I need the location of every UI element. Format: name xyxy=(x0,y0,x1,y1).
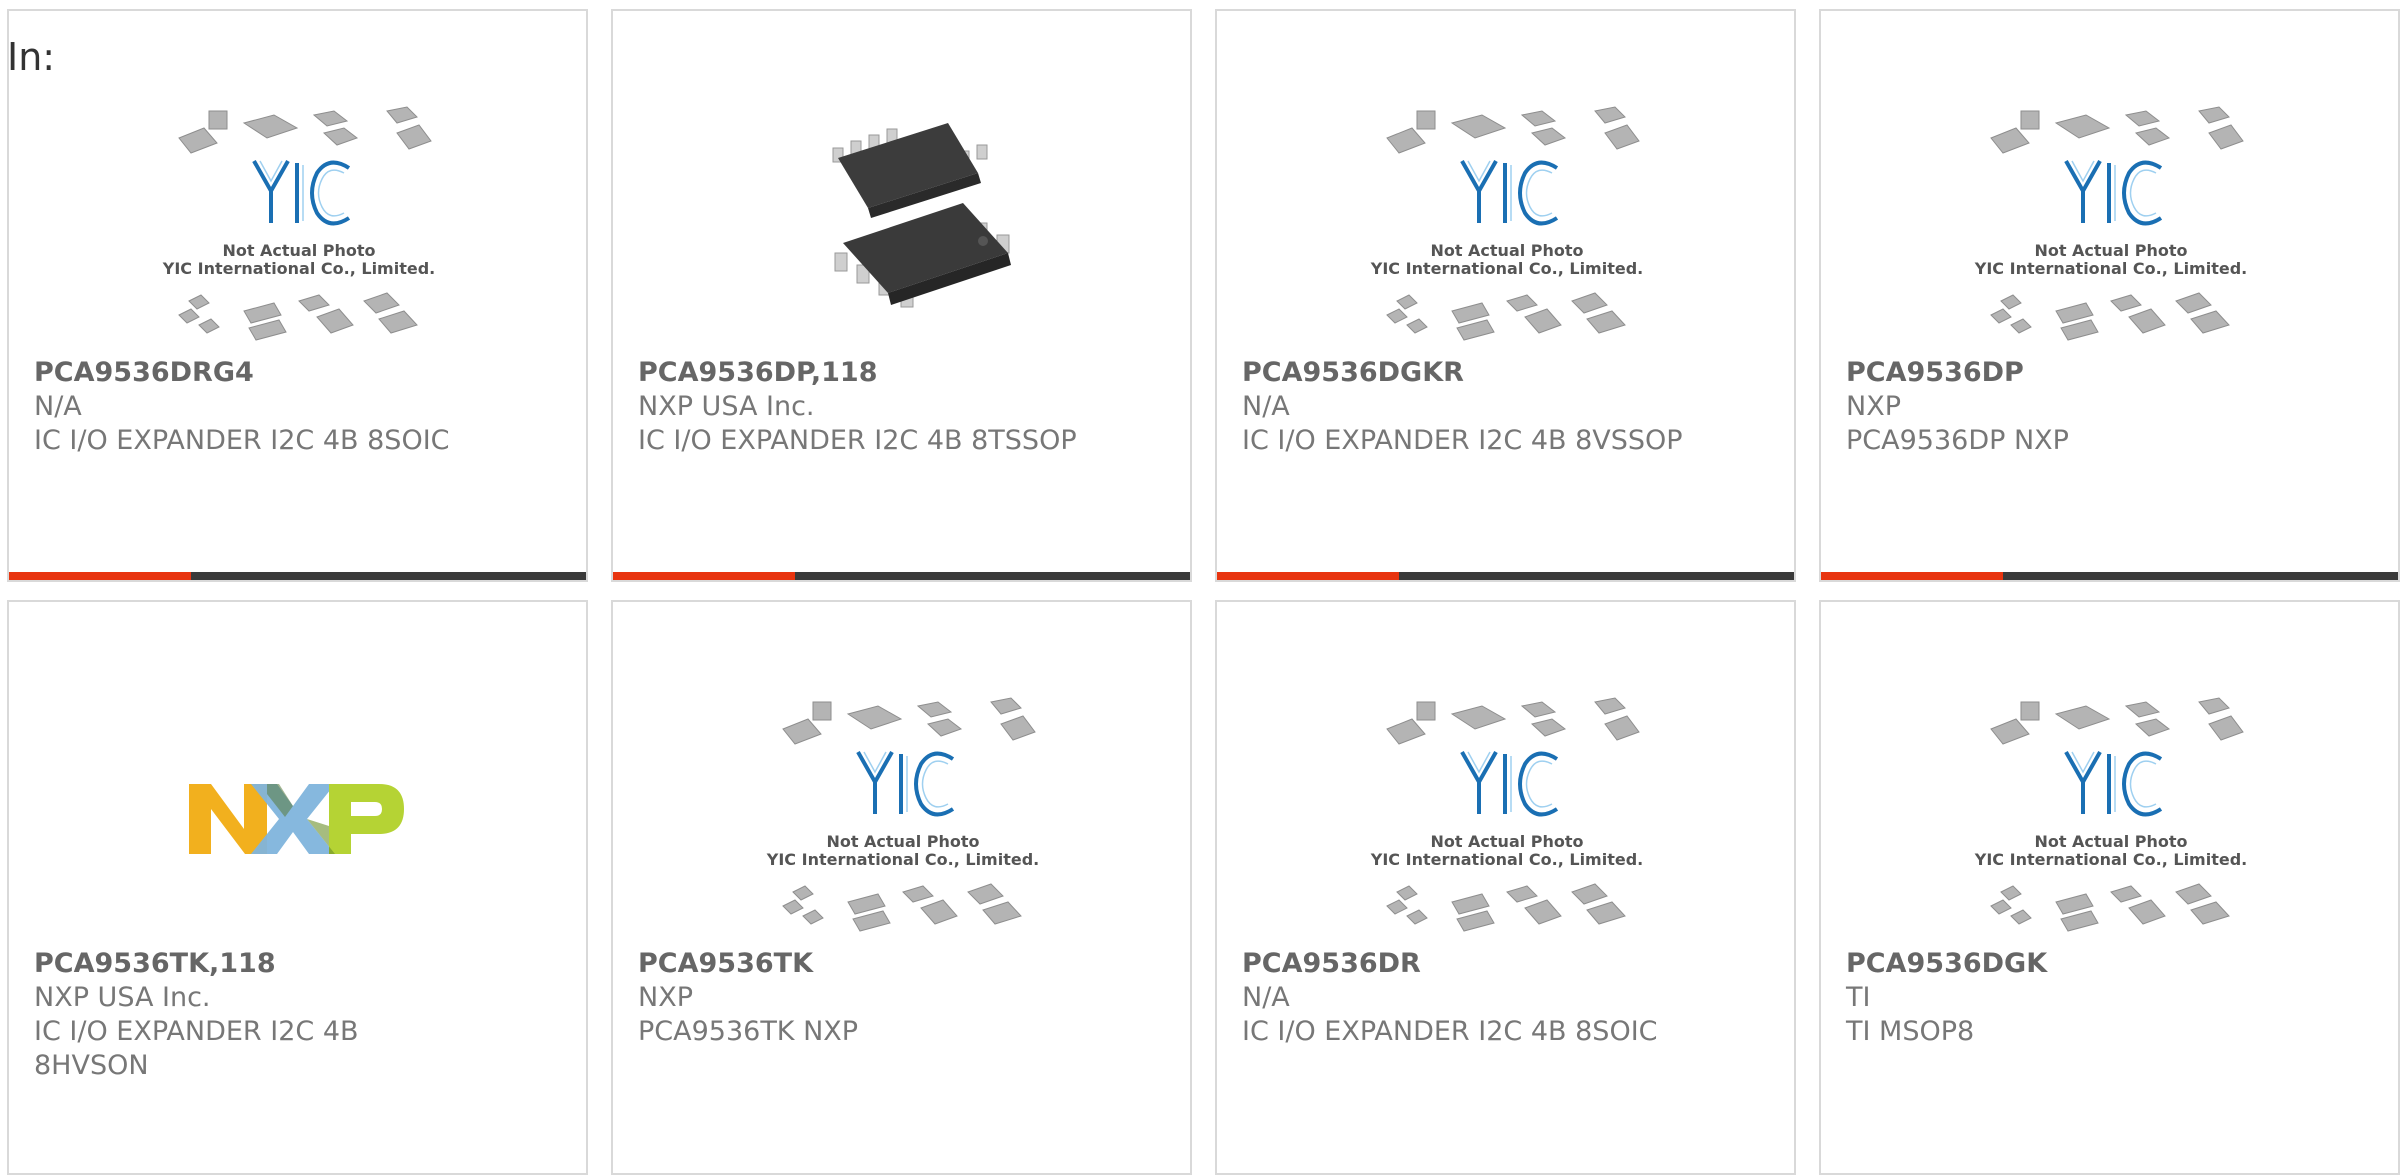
not-actual-photo-image xyxy=(763,696,1042,933)
description-label: IC I/O EXPANDER I2C 4B 8HVSON xyxy=(34,1016,359,1081)
part-number-link[interactable]: PCA9536DP xyxy=(1846,356,2373,390)
description-label: PCA9536TK NXP xyxy=(638,1016,859,1047)
product-card[interactable]: PCA9536DGKR N/A IC I/O EXPANDER I2C 4B 8… xyxy=(1215,9,1796,582)
product-card[interactable]: PCA9536TK,118 NXP USA Inc. IC I/O EXPAND… xyxy=(7,600,588,1175)
manufacturer-label: NXP USA Inc. xyxy=(34,982,211,1013)
card-footer-bar xyxy=(9,572,586,580)
product-card[interactable]: PCA9536DGK TI TI MSOP8 xyxy=(1819,600,2400,1175)
manufacturer-label: TI xyxy=(1846,982,1871,1013)
nxp-logo-image xyxy=(189,784,404,854)
not-actual-photo-image xyxy=(1971,696,2250,933)
description-label: IC I/O EXPANDER I2C 4B 8TSSOP xyxy=(638,425,1077,456)
part-number-link[interactable]: PCA9536DRG4 xyxy=(34,356,561,390)
part-number-link[interactable]: PCA9536TK,118 xyxy=(34,947,561,981)
manufacturer-label: NXP xyxy=(638,982,693,1013)
description-label: IC I/O EXPANDER I2C 4B 8SOIC xyxy=(1242,1016,1658,1047)
product-card[interactable]: PCA9536DR N/A IC I/O EXPANDER I2C 4B 8SO… xyxy=(1215,600,1796,1175)
manufacturer-label: NXP xyxy=(1846,391,1901,422)
description-label: IC I/O EXPANDER I2C 4B 8SOIC xyxy=(34,425,450,456)
part-number-link[interactable]: PCA9536DR xyxy=(1242,947,1769,981)
product-card[interactable]: PCA9536DP,118 NXP USA Inc. IC I/O EXPAND… xyxy=(611,9,1192,582)
description-label: IC I/O EXPANDER I2C 4B 8VSSOP xyxy=(1242,425,1683,456)
manufacturer-label: N/A xyxy=(1242,391,1290,422)
manufacturer-label: N/A xyxy=(34,391,82,422)
not-actual-photo-image xyxy=(1367,696,1646,933)
product-card[interactable]: PCA9536DRG4 N/A IC I/O EXPANDER I2C 4B 8… xyxy=(7,9,588,582)
prefix-label: In: xyxy=(7,35,56,79)
product-card[interactable]: PCA9536TK NXP PCA9536TK NXP xyxy=(611,600,1192,1175)
chip-photo-image xyxy=(773,93,1043,353)
description-label: TI MSOP8 xyxy=(1846,1016,1975,1047)
part-number-link[interactable]: PCA9536DGK xyxy=(1846,947,2373,981)
not-actual-photo-image xyxy=(159,105,438,342)
manufacturer-label: NXP USA Inc. xyxy=(638,391,815,422)
product-card[interactable]: PCA9536DP NXP PCA9536DP NXP xyxy=(1819,9,2400,582)
manufacturer-label: N/A xyxy=(1242,982,1290,1013)
not-actual-photo-image xyxy=(1367,105,1646,342)
card-footer-bar xyxy=(1217,572,1794,580)
card-footer-bar xyxy=(1821,572,2398,580)
card-footer-bar xyxy=(613,572,1190,580)
description-label: PCA9536DP NXP xyxy=(1846,425,2069,456)
part-number-link[interactable]: PCA9536DP,118 xyxy=(638,356,1165,390)
part-number-link[interactable]: PCA9536DGKR xyxy=(1242,356,1769,390)
part-number-link[interactable]: PCA9536TK xyxy=(638,947,1165,981)
not-actual-photo-image xyxy=(1971,105,2250,342)
